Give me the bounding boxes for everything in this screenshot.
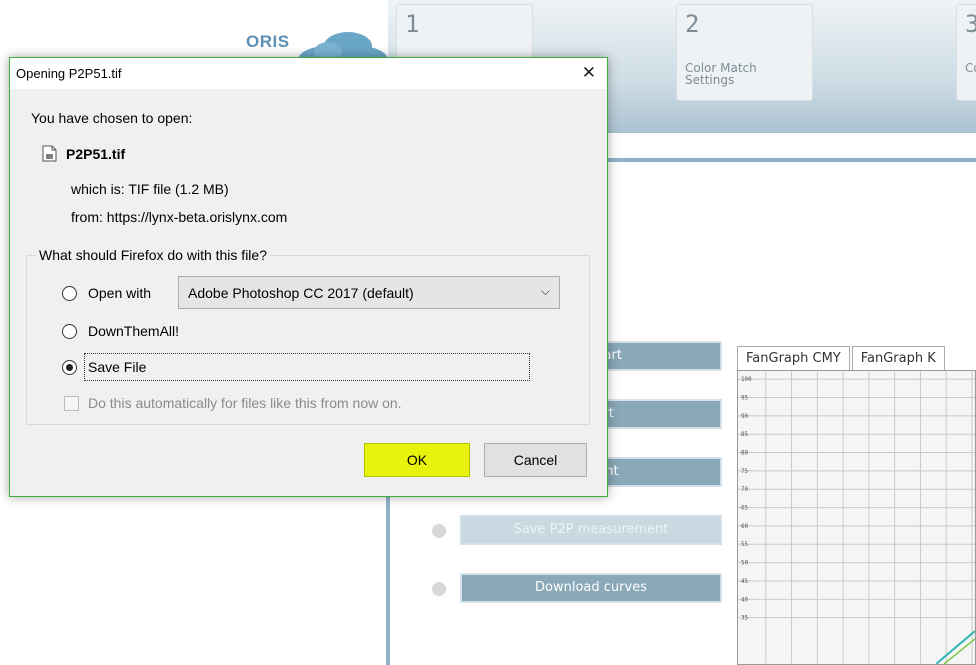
from-label: from: xyxy=(71,209,103,225)
y-tick-label: 95 xyxy=(741,394,749,401)
step-label: Color Match Settings xyxy=(685,61,757,87)
save-p2p-measurement-button[interactable]: Save P2P measurement xyxy=(460,515,722,545)
y-tick-label: 55 xyxy=(741,541,749,548)
y-tick-label: 60 xyxy=(741,523,749,530)
y-tick-label: 50 xyxy=(741,560,749,567)
step-number: 3 xyxy=(965,10,976,38)
tab-fangraph-cmy[interactable]: FanGraph CMY xyxy=(737,346,850,370)
file-icon xyxy=(42,145,57,162)
save-file-label[interactable]: Save File xyxy=(88,359,146,375)
step-number: 2 xyxy=(685,10,700,38)
open-with-app-select[interactable]: Adobe Photoshop CC 2017 (default) ⌵ xyxy=(178,276,560,309)
y-tick-label: 70 xyxy=(741,486,749,493)
file-type-row: which is: TIF file (1.2 MB) xyxy=(71,181,229,197)
action-question: What should Firefox do with this file? xyxy=(36,247,270,263)
status-dot xyxy=(432,582,446,596)
status-dot xyxy=(432,524,446,538)
download-dialog: Opening P2P51.tif ✕ You have chosen to o… xyxy=(9,57,608,497)
y-tick-label: 35 xyxy=(741,615,749,622)
header-divider xyxy=(606,158,976,162)
y-tick-label: 40 xyxy=(741,596,749,603)
open-with-radio[interactable] xyxy=(62,286,77,301)
y-tick-label: 90 xyxy=(741,413,749,420)
y-tick-label: 75 xyxy=(741,468,749,475)
save-file-focus xyxy=(84,353,530,381)
dialog-titlebar: Opening P2P51.tif ✕ xyxy=(10,58,607,89)
y-tick-label: 65 xyxy=(741,505,749,512)
ok-button[interactable]: OK xyxy=(364,443,470,477)
y-tick-label: 100 xyxy=(741,376,752,383)
y-tick-label: 85 xyxy=(741,431,749,438)
chart-tabs: FanGraph CMY FanGraph K xyxy=(737,346,947,370)
fangraph-chart: 100 95 90 85 80 75 70 65 60 55 50 45 40 35 xyxy=(737,370,976,665)
auto-checkbox[interactable] xyxy=(64,396,79,411)
cancel-button[interactable]: Cancel xyxy=(484,443,587,477)
downthemall-label[interactable]: DownThemAll! xyxy=(88,323,179,339)
source-url: https://lynx-beta.orislynx.com xyxy=(106,209,288,225)
tab-fangraph-k[interactable]: FanGraph K xyxy=(851,346,945,370)
intro-text: You have chosen to open: xyxy=(31,110,193,126)
auto-checkbox-label[interactable]: Do this automatically for files like thi… xyxy=(88,395,402,411)
which-is-label: which is: xyxy=(71,181,125,197)
step-label: Co xyxy=(965,61,976,75)
open-with-label[interactable]: Open with xyxy=(88,285,151,301)
wizard-step-2[interactable]: 2 Color Match Settings xyxy=(676,4,813,101)
file-name: P2P51.tif xyxy=(66,146,126,162)
y-tick-label: 80 xyxy=(741,450,749,457)
source-row: from: https://lynx-beta.orislynx.com xyxy=(71,209,287,225)
download-curves-button[interactable]: Download curves xyxy=(460,573,722,603)
save-file-radio[interactable] xyxy=(62,360,77,375)
step-number: 1 xyxy=(405,10,420,38)
selected-app: Adobe Photoshop CC 2017 (default) xyxy=(188,285,414,301)
y-tick-label: 45 xyxy=(741,578,749,585)
chevron-down-icon: ⌵ xyxy=(540,284,550,298)
downthemall-radio[interactable] xyxy=(62,324,77,339)
file-type-value: TIF file (1.2 MB) xyxy=(128,181,229,197)
logo-text: ORIS xyxy=(246,32,290,51)
dialog-title: Opening P2P51.tif xyxy=(16,66,122,81)
wizard-step-3[interactable]: 3 Co xyxy=(956,4,976,101)
close-icon[interactable]: ✕ xyxy=(582,63,596,83)
